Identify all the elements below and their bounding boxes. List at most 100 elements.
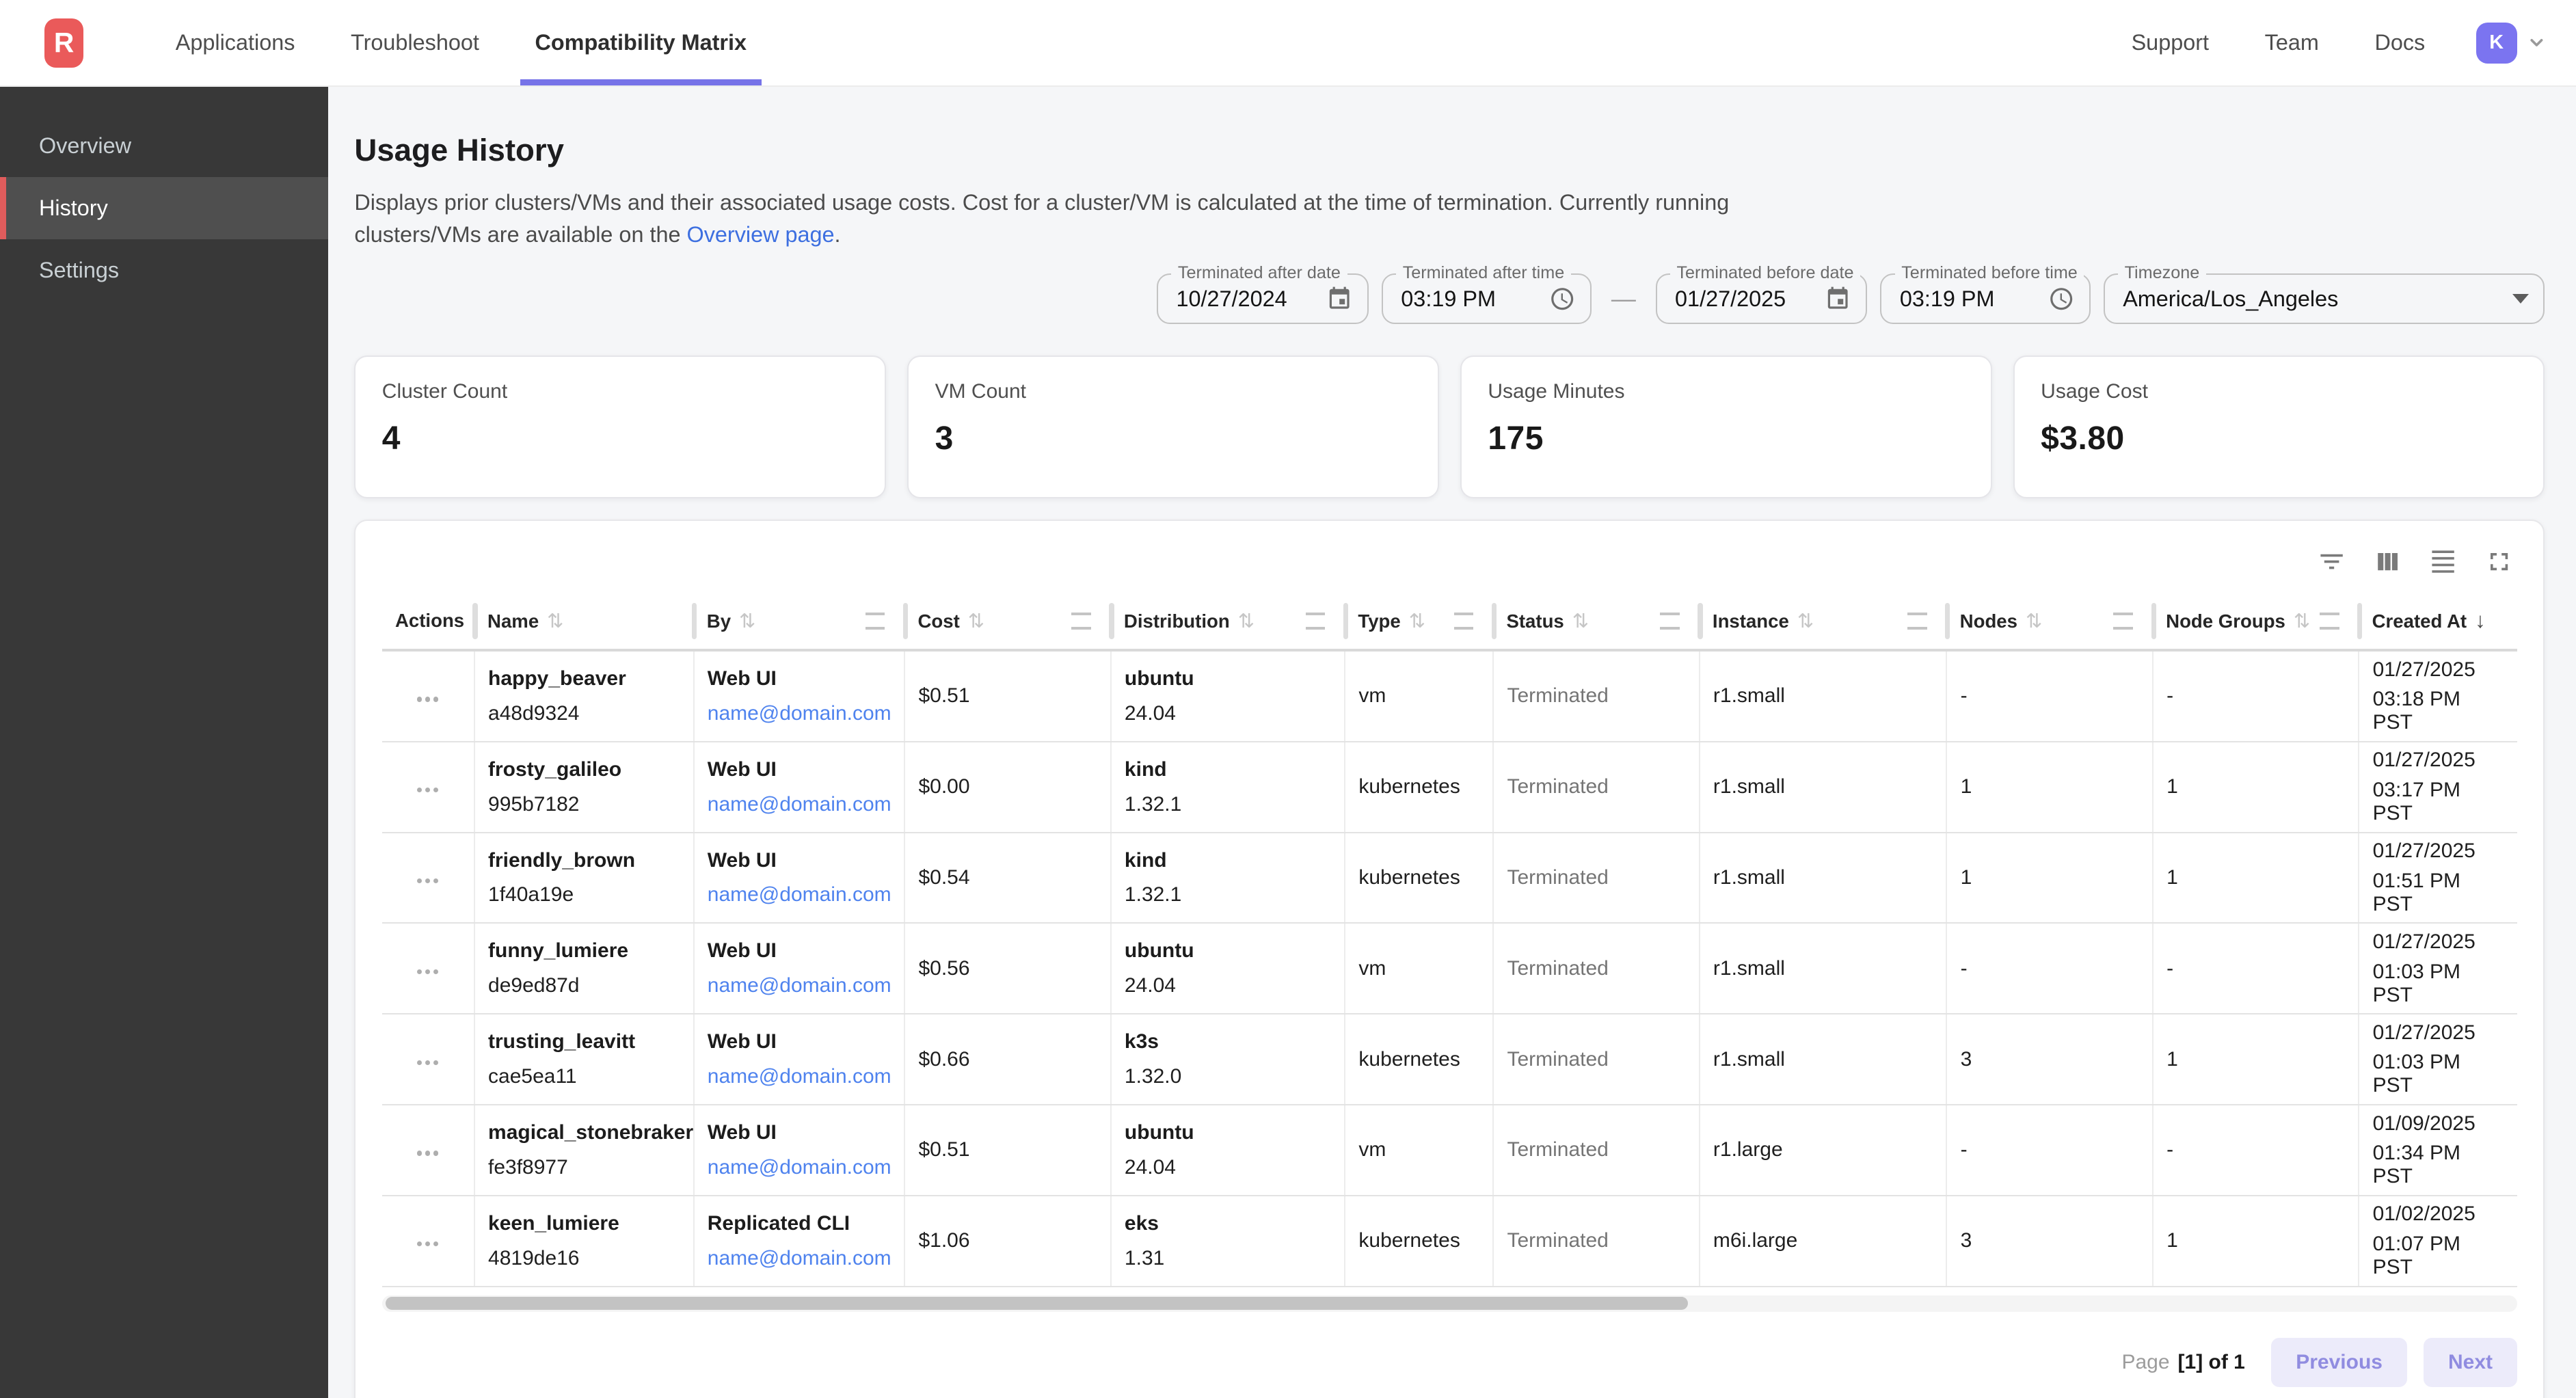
column-header-nodes[interactable]: Nodes⇅ xyxy=(1946,593,2152,650)
row-actions-button[interactable] xyxy=(411,1053,445,1071)
scrollbar-thumb[interactable] xyxy=(386,1297,1688,1310)
terminated-before-time-value: 03:19 PM xyxy=(1900,286,1995,312)
terminated-before-time-input[interactable]: Terminated before time 03:19 PM xyxy=(1880,273,2090,324)
terminated-after-date-input[interactable]: Terminated after date 10/27/2024 xyxy=(1157,273,1369,324)
type-cell: kubernetes xyxy=(1345,742,1493,833)
density-icon[interactable] xyxy=(2428,547,2458,576)
terminated-before-date-input[interactable]: Terminated before date 01/27/2025 xyxy=(1656,273,1868,324)
created-by-email-link[interactable]: name@domain.com xyxy=(708,702,891,725)
sort-icon[interactable]: ⇅ xyxy=(2026,610,2042,632)
stat-label: Usage Minutes xyxy=(1488,380,1964,403)
created-at-cell: 01/27/2025 03:18 PM PST xyxy=(2359,650,2517,742)
sidebar-item-settings[interactable]: Settings xyxy=(0,239,328,301)
sort-icon[interactable]: ⇅ xyxy=(2294,610,2310,632)
created-time: 01:34 PM PST xyxy=(2373,1142,2504,1188)
column-header-instance[interactable]: Instance⇅ xyxy=(1700,593,1947,650)
overview-page-link[interactable]: Overview page xyxy=(687,222,835,247)
column-resize-handle-icon[interactable] xyxy=(2320,613,2339,630)
sort-icon[interactable]: ⇅ xyxy=(1797,610,1814,632)
column-label: Type xyxy=(1358,610,1400,632)
distribution-version: 1.32.1 xyxy=(1125,793,1331,816)
column-resize-handle-icon[interactable] xyxy=(2113,613,2133,630)
previous-page-button[interactable]: Previous xyxy=(2271,1338,2407,1387)
row-actions-button[interactable] xyxy=(411,963,445,980)
logo-letter: R xyxy=(54,27,74,59)
timezone-select[interactable]: Timezone America/Los_Angeles xyxy=(2104,273,2545,324)
sort-desc-icon[interactable]: ↓ xyxy=(2475,608,2486,632)
sort-icon[interactable]: ⇅ xyxy=(1572,610,1589,632)
column-header-node-groups[interactable]: Node Groups⇅ xyxy=(2153,593,2359,650)
column-header-by[interactable]: By⇅ xyxy=(694,593,905,650)
usage-table-card: ActionsName⇅By⇅Cost⇅Distribution⇅Type⇅St… xyxy=(354,520,2545,1398)
created-at-cell: 01/27/2025 01:51 PM PST xyxy=(2359,833,2517,924)
distribution-version: 1.31 xyxy=(1125,1247,1331,1270)
nodes-cell: 3 xyxy=(1946,1196,2152,1287)
sort-icon[interactable]: ⇅ xyxy=(739,610,755,632)
column-label: Name xyxy=(487,610,539,632)
created-by-email-link[interactable]: name@domain.com xyxy=(708,793,891,816)
node-groups-cell: 1 xyxy=(2153,742,2359,833)
column-resize-handle-icon[interactable] xyxy=(1907,613,1927,630)
row-actions-button[interactable] xyxy=(411,872,445,889)
cost-cell: $0.00 xyxy=(904,742,1110,833)
next-page-button[interactable]: Next xyxy=(2424,1338,2517,1387)
by-cell: Web UI name@domain.com xyxy=(694,923,905,1014)
horizontal-scrollbar[interactable] xyxy=(382,1295,2517,1312)
row-actions-button[interactable] xyxy=(411,781,445,799)
node-groups-cell: - xyxy=(2153,650,2359,742)
stat-value: 3 xyxy=(935,420,1412,457)
column-header-type[interactable]: Type ⇅ xyxy=(1345,593,1493,650)
row-actions-button[interactable] xyxy=(411,1144,445,1162)
replicated-logo[interactable]: R xyxy=(44,18,84,68)
created-by-source: Web UI xyxy=(708,758,891,781)
sort-icon[interactable]: ⇅ xyxy=(1238,610,1255,632)
created-by-email-link[interactable]: name@domain.com xyxy=(708,1065,891,1088)
sort-icon[interactable]: ⇅ xyxy=(968,610,984,632)
terminated-after-time-value: 03:19 PM xyxy=(1401,286,1496,312)
calendar-icon[interactable] xyxy=(1326,286,1352,312)
nav-item-applications[interactable]: Applications xyxy=(148,0,323,85)
filter-icon[interactable] xyxy=(2317,547,2346,576)
instance-cell: r1.small xyxy=(1700,923,1947,1014)
nav-item-support[interactable]: Support xyxy=(2104,30,2237,55)
created-by-email-link[interactable]: name@domain.com xyxy=(708,1247,891,1270)
column-resize-handle-icon[interactable] xyxy=(1306,613,1326,630)
by-cell: Web UI name@domain.com xyxy=(694,742,905,833)
clock-icon[interactable] xyxy=(2048,286,2074,312)
nav-item-team[interactable]: Team xyxy=(2237,30,2347,55)
nav-item-troubleshoot[interactable]: Troubleshoot xyxy=(323,0,507,85)
nav-item-compatibility-matrix[interactable]: Compatibility Matrix xyxy=(507,0,775,85)
show-columns-icon[interactable] xyxy=(2373,547,2402,576)
avatar[interactable]: K xyxy=(2476,23,2517,64)
column-resize-handle-icon[interactable] xyxy=(866,613,885,630)
row-actions-button[interactable] xyxy=(411,1235,445,1253)
clock-icon[interactable] xyxy=(1549,286,1575,312)
column-header-status[interactable]: Status⇅ xyxy=(1493,593,1699,650)
sort-icon[interactable]: ⇅ xyxy=(547,610,563,632)
sidebar-item-overview[interactable]: Overview xyxy=(0,115,328,177)
nodes-cell: 3 xyxy=(1946,1014,2152,1105)
calendar-icon[interactable] xyxy=(1825,286,1851,312)
name-cell: happy_beaver a48d9324 xyxy=(474,650,694,742)
column-resize-handle-icon[interactable] xyxy=(1660,613,1680,630)
row-actions-button[interactable] xyxy=(411,690,445,708)
terminated-after-time-input[interactable]: Terminated after time 03:19 PM xyxy=(1382,273,1592,324)
chevron-down-icon[interactable] xyxy=(2527,33,2547,53)
nav-item-docs[interactable]: Docs xyxy=(2347,30,2453,55)
created-date: 01/27/2025 xyxy=(2373,930,2504,954)
column-header-distribution[interactable]: Distribution⇅ xyxy=(1111,593,1345,650)
column-resize-handle-icon[interactable] xyxy=(1071,613,1091,630)
created-by-email-link[interactable]: name@domain.com xyxy=(708,1156,891,1179)
column-header-created-at[interactable]: Created At↓ xyxy=(2359,593,2517,650)
distribution-cell: ubuntu 24.04 xyxy=(1111,650,1345,742)
sort-icon[interactable]: ⇅ xyxy=(1409,610,1425,632)
created-by-email-link[interactable]: name@domain.com xyxy=(708,974,891,997)
column-resize-handle-icon[interactable] xyxy=(1454,613,1474,630)
nodes-cell: - xyxy=(1946,923,2152,1014)
fullscreen-icon[interactable] xyxy=(2484,547,2514,576)
column-header-name[interactable]: Name ⇅ xyxy=(474,593,694,650)
created-by-email-link[interactable]: name@domain.com xyxy=(708,883,891,906)
sidebar-item-history[interactable]: History xyxy=(0,177,328,239)
column-header-cost[interactable]: Cost⇅ xyxy=(904,593,1110,650)
by-cell: Web UI name@domain.com xyxy=(694,1105,905,1196)
